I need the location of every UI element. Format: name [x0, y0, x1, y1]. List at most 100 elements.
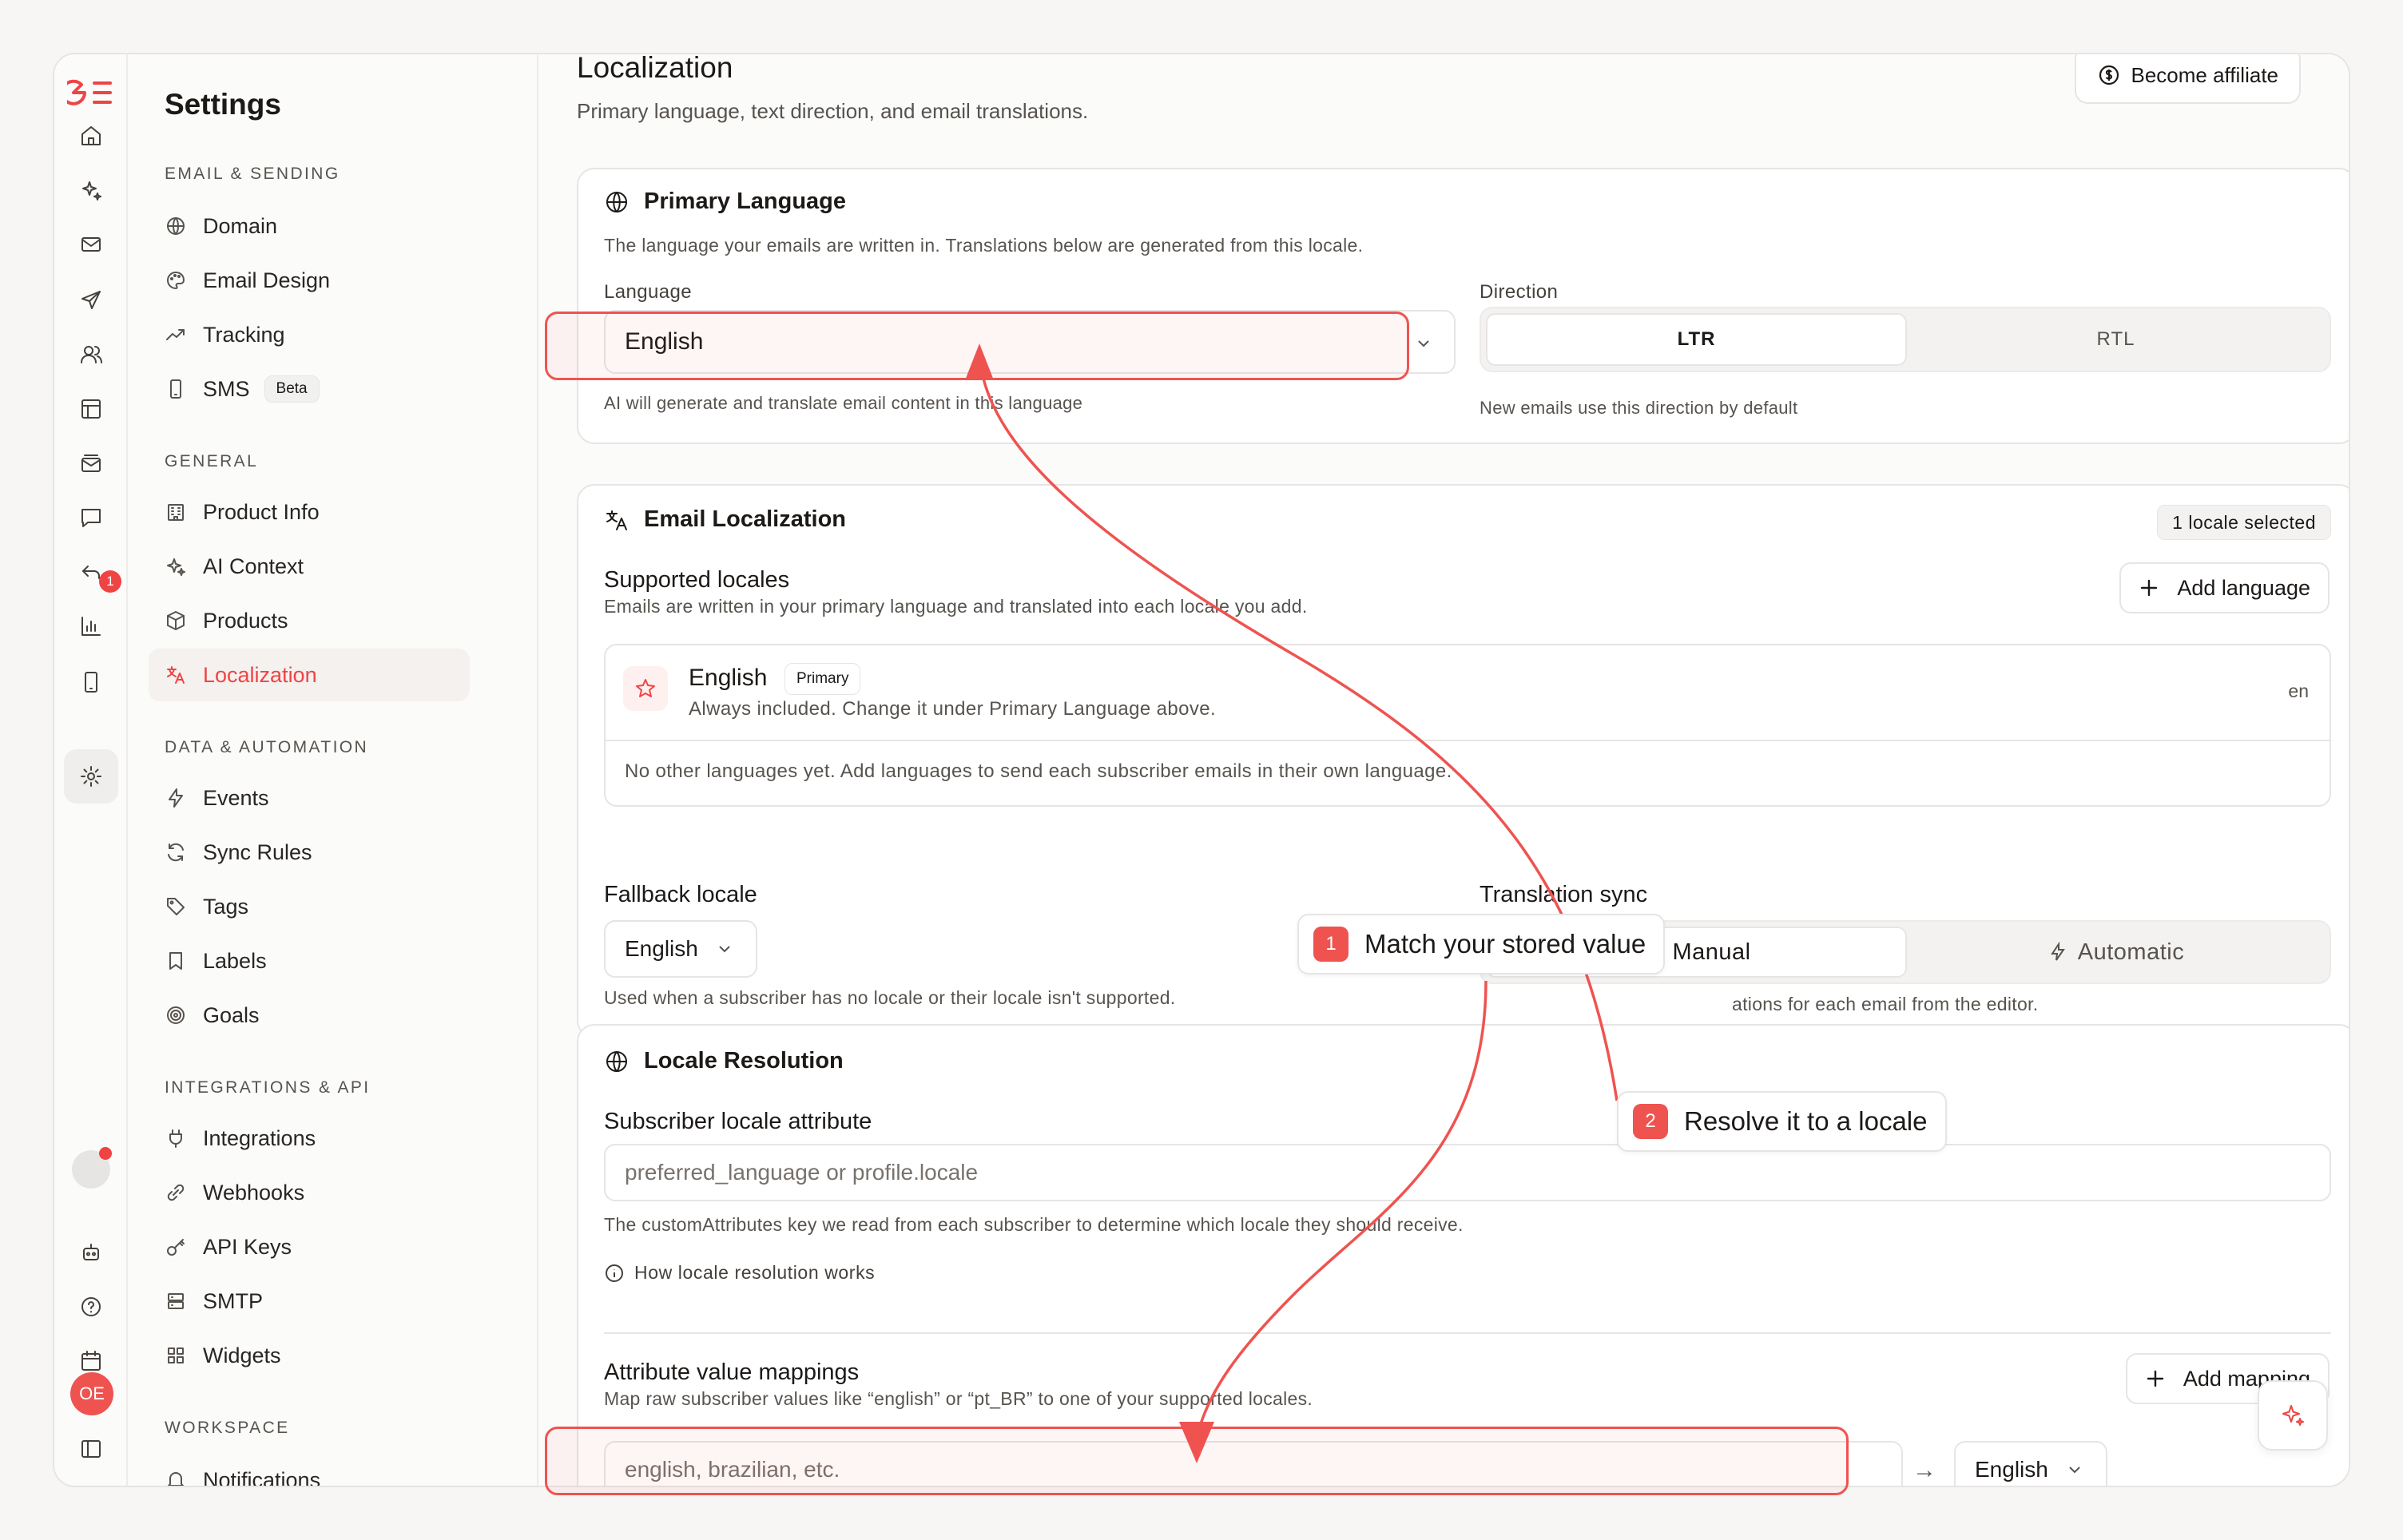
nav-section-general: GENERAL — [165, 452, 259, 470]
gear-icon[interactable] — [64, 749, 118, 804]
bell-icon — [168, 1472, 184, 1486]
primary-locale-name: English — [689, 665, 768, 691]
ai-assistant-button[interactable] — [2258, 1380, 2328, 1451]
page-title: Localization — [577, 53, 733, 84]
mapping-locale-value: English — [1975, 1457, 2048, 1482]
sidebar-item-email-design[interactable]: Email Design — [149, 254, 470, 307]
help-icon[interactable] — [70, 1286, 112, 1328]
how-locale-resolution-link[interactable]: How locale resolution works — [604, 1262, 875, 1284]
language-select-highlight — [545, 312, 1409, 380]
main-content: Localization Primary language, text dire… — [538, 54, 2349, 1486]
message-icon[interactable] — [70, 497, 112, 538]
sidebar-item-api-keys[interactable]: API Keys — [149, 1220, 470, 1273]
divider — [604, 1332, 2331, 1334]
send-icon[interactable] — [70, 280, 112, 321]
mobile-icon[interactable] — [70, 661, 112, 703]
sidebar-item-webhooks[interactable]: Webhooks — [149, 1166, 470, 1219]
sidebar-item-events[interactable]: Events — [149, 772, 470, 824]
card-title: Locale Resolution — [644, 1048, 844, 1074]
fallback-locale-select[interactable]: English — [604, 920, 757, 978]
sidebar-item-label: Email Design — [203, 268, 331, 292]
nav-section-workspace: WORKSPACE — [165, 1419, 290, 1437]
mail-icon[interactable] — [70, 224, 112, 265]
nav-section-email: EMAIL & SENDING — [165, 165, 340, 183]
sidebar-item-sms[interactable]: SMS Beta — [149, 363, 470, 415]
sidebar-item-smtp[interactable]: SMTP — [149, 1275, 470, 1328]
sidebar-item-notifications[interactable]: Notifications — [149, 1454, 470, 1486]
sidebar-item-widgets[interactable]: Widgets — [149, 1329, 470, 1382]
sidebar-item-label: Tags — [203, 894, 249, 919]
sidebar-item-tracking[interactable]: Tracking — [149, 308, 470, 361]
bot-icon[interactable] — [70, 1232, 112, 1273]
locale-attribute-input[interactable]: preferred_language or profile.locale — [604, 1144, 2331, 1201]
page-subtitle: Primary language, text direction, and em… — [577, 99, 1089, 123]
sidebar-item-label: Integrations — [203, 1125, 316, 1150]
brand-logo-icon[interactable] — [66, 72, 115, 113]
locale-resolution-card: Locale Resolution Subscriber locale attr… — [577, 1024, 2349, 1486]
beta-badge: Beta — [264, 375, 320, 403]
sidebar-item-label: Products — [203, 608, 288, 633]
settings-title: Settings — [165, 88, 281, 121]
locale-count-badge: 1 locale selected — [2157, 505, 2331, 540]
direction-label: Direction — [1480, 281, 1559, 303]
primary-language-card: Primary Language The language your email… — [577, 168, 2349, 444]
sidebar-item-label: Tracking — [203, 322, 285, 347]
sidebar-item-product-info[interactable]: Product Info — [149, 486, 470, 538]
sidebar-item-domain[interactable]: Domain — [149, 200, 470, 252]
direction-help: New emails use this direction by default — [1480, 398, 1798, 418]
fallback-help: Used when a subscriber has no locale or … — [604, 987, 1176, 1008]
locale-list: English Primary Always included. Change … — [604, 644, 2331, 807]
nav-section-integrations: INTEGRATIONS & API — [165, 1078, 371, 1097]
bolt-icon — [2050, 942, 2065, 961]
status-indicator[interactable] — [72, 1147, 112, 1189]
fallback-locale-value: English — [625, 936, 698, 961]
supported-locales-desc: Emails are written in your primary langu… — [604, 596, 1308, 617]
sidebar-item-label: Labels — [203, 948, 267, 973]
icon-rail: 1 OE — [54, 54, 128, 1486]
affiliate-label: Become affiliate — [2131, 62, 2278, 87]
sidebar-item-integrations[interactable]: Integrations — [149, 1112, 470, 1165]
direction-ltr-option[interactable]: LTR — [1486, 313, 1907, 366]
refresh-icon — [168, 843, 184, 862]
star-icon — [623, 666, 668, 711]
add-language-button[interactable]: Add language — [2119, 562, 2330, 613]
language-help: AI will generate and translate email con… — [604, 393, 1083, 413]
plug-icon — [169, 1129, 182, 1148]
callout-number: 2 — [1633, 1104, 1668, 1139]
home-icon[interactable] — [70, 115, 112, 157]
chevron-down-icon — [1418, 340, 1429, 347]
bookmark-icon — [169, 952, 182, 970]
translate-icon — [167, 666, 185, 684]
globe-icon — [167, 217, 185, 235]
callout-text: Match your stored value — [1364, 929, 1646, 959]
sync-automatic-option[interactable]: Automatic — [1907, 927, 2325, 978]
empty-locales-text: No other languages yet. Add languages to… — [625, 760, 1452, 782]
mapping-locale-select[interactable]: English — [1954, 1441, 2107, 1486]
globe-icon — [606, 1050, 627, 1072]
plus-icon — [2141, 579, 2158, 597]
plus-icon — [2147, 1370, 2164, 1387]
become-affiliate-button[interactable]: Become affiliate — [2075, 54, 2301, 104]
sidebar-item-goals[interactable]: Goals — [149, 989, 470, 1042]
chart-icon[interactable] — [70, 605, 112, 647]
sidebar-item-ai-context[interactable]: AI Context — [149, 540, 470, 593]
callout-match-stored-value: 1 Match your stored value — [1297, 914, 1666, 974]
sidebar-toggle-icon[interactable] — [70, 1428, 112, 1470]
avatar[interactable]: OE — [70, 1372, 113, 1415]
sidebar-item-localization[interactable]: Localization — [149, 649, 470, 701]
arrow-right-icon: → — [1912, 1457, 1936, 1483]
sidebar-item-labels[interactable]: Labels — [149, 935, 470, 987]
sidebar-item-sync-rules[interactable]: Sync Rules — [149, 826, 470, 879]
sidebar-item-label: SMS — [203, 376, 250, 401]
users-icon[interactable] — [70, 334, 112, 375]
callout-text: Resolve it to a locale — [1684, 1106, 1928, 1136]
card-title: Email Localization — [644, 506, 846, 532]
mail-stack-icon[interactable] — [70, 443, 112, 484]
direction-rtl-option[interactable]: RTL — [1907, 313, 2325, 366]
app-window: 1 OE Settings EMAIL & SENDING Domain Ema… — [53, 53, 2350, 1487]
layout-icon[interactable] — [70, 388, 112, 430]
sparkles-icon[interactable] — [70, 169, 112, 211]
sidebar-item-products[interactable]: Products — [149, 594, 470, 647]
sidebar-item-tags[interactable]: Tags — [149, 880, 470, 933]
sidebar-item-label: Webhooks — [203, 1180, 305, 1205]
